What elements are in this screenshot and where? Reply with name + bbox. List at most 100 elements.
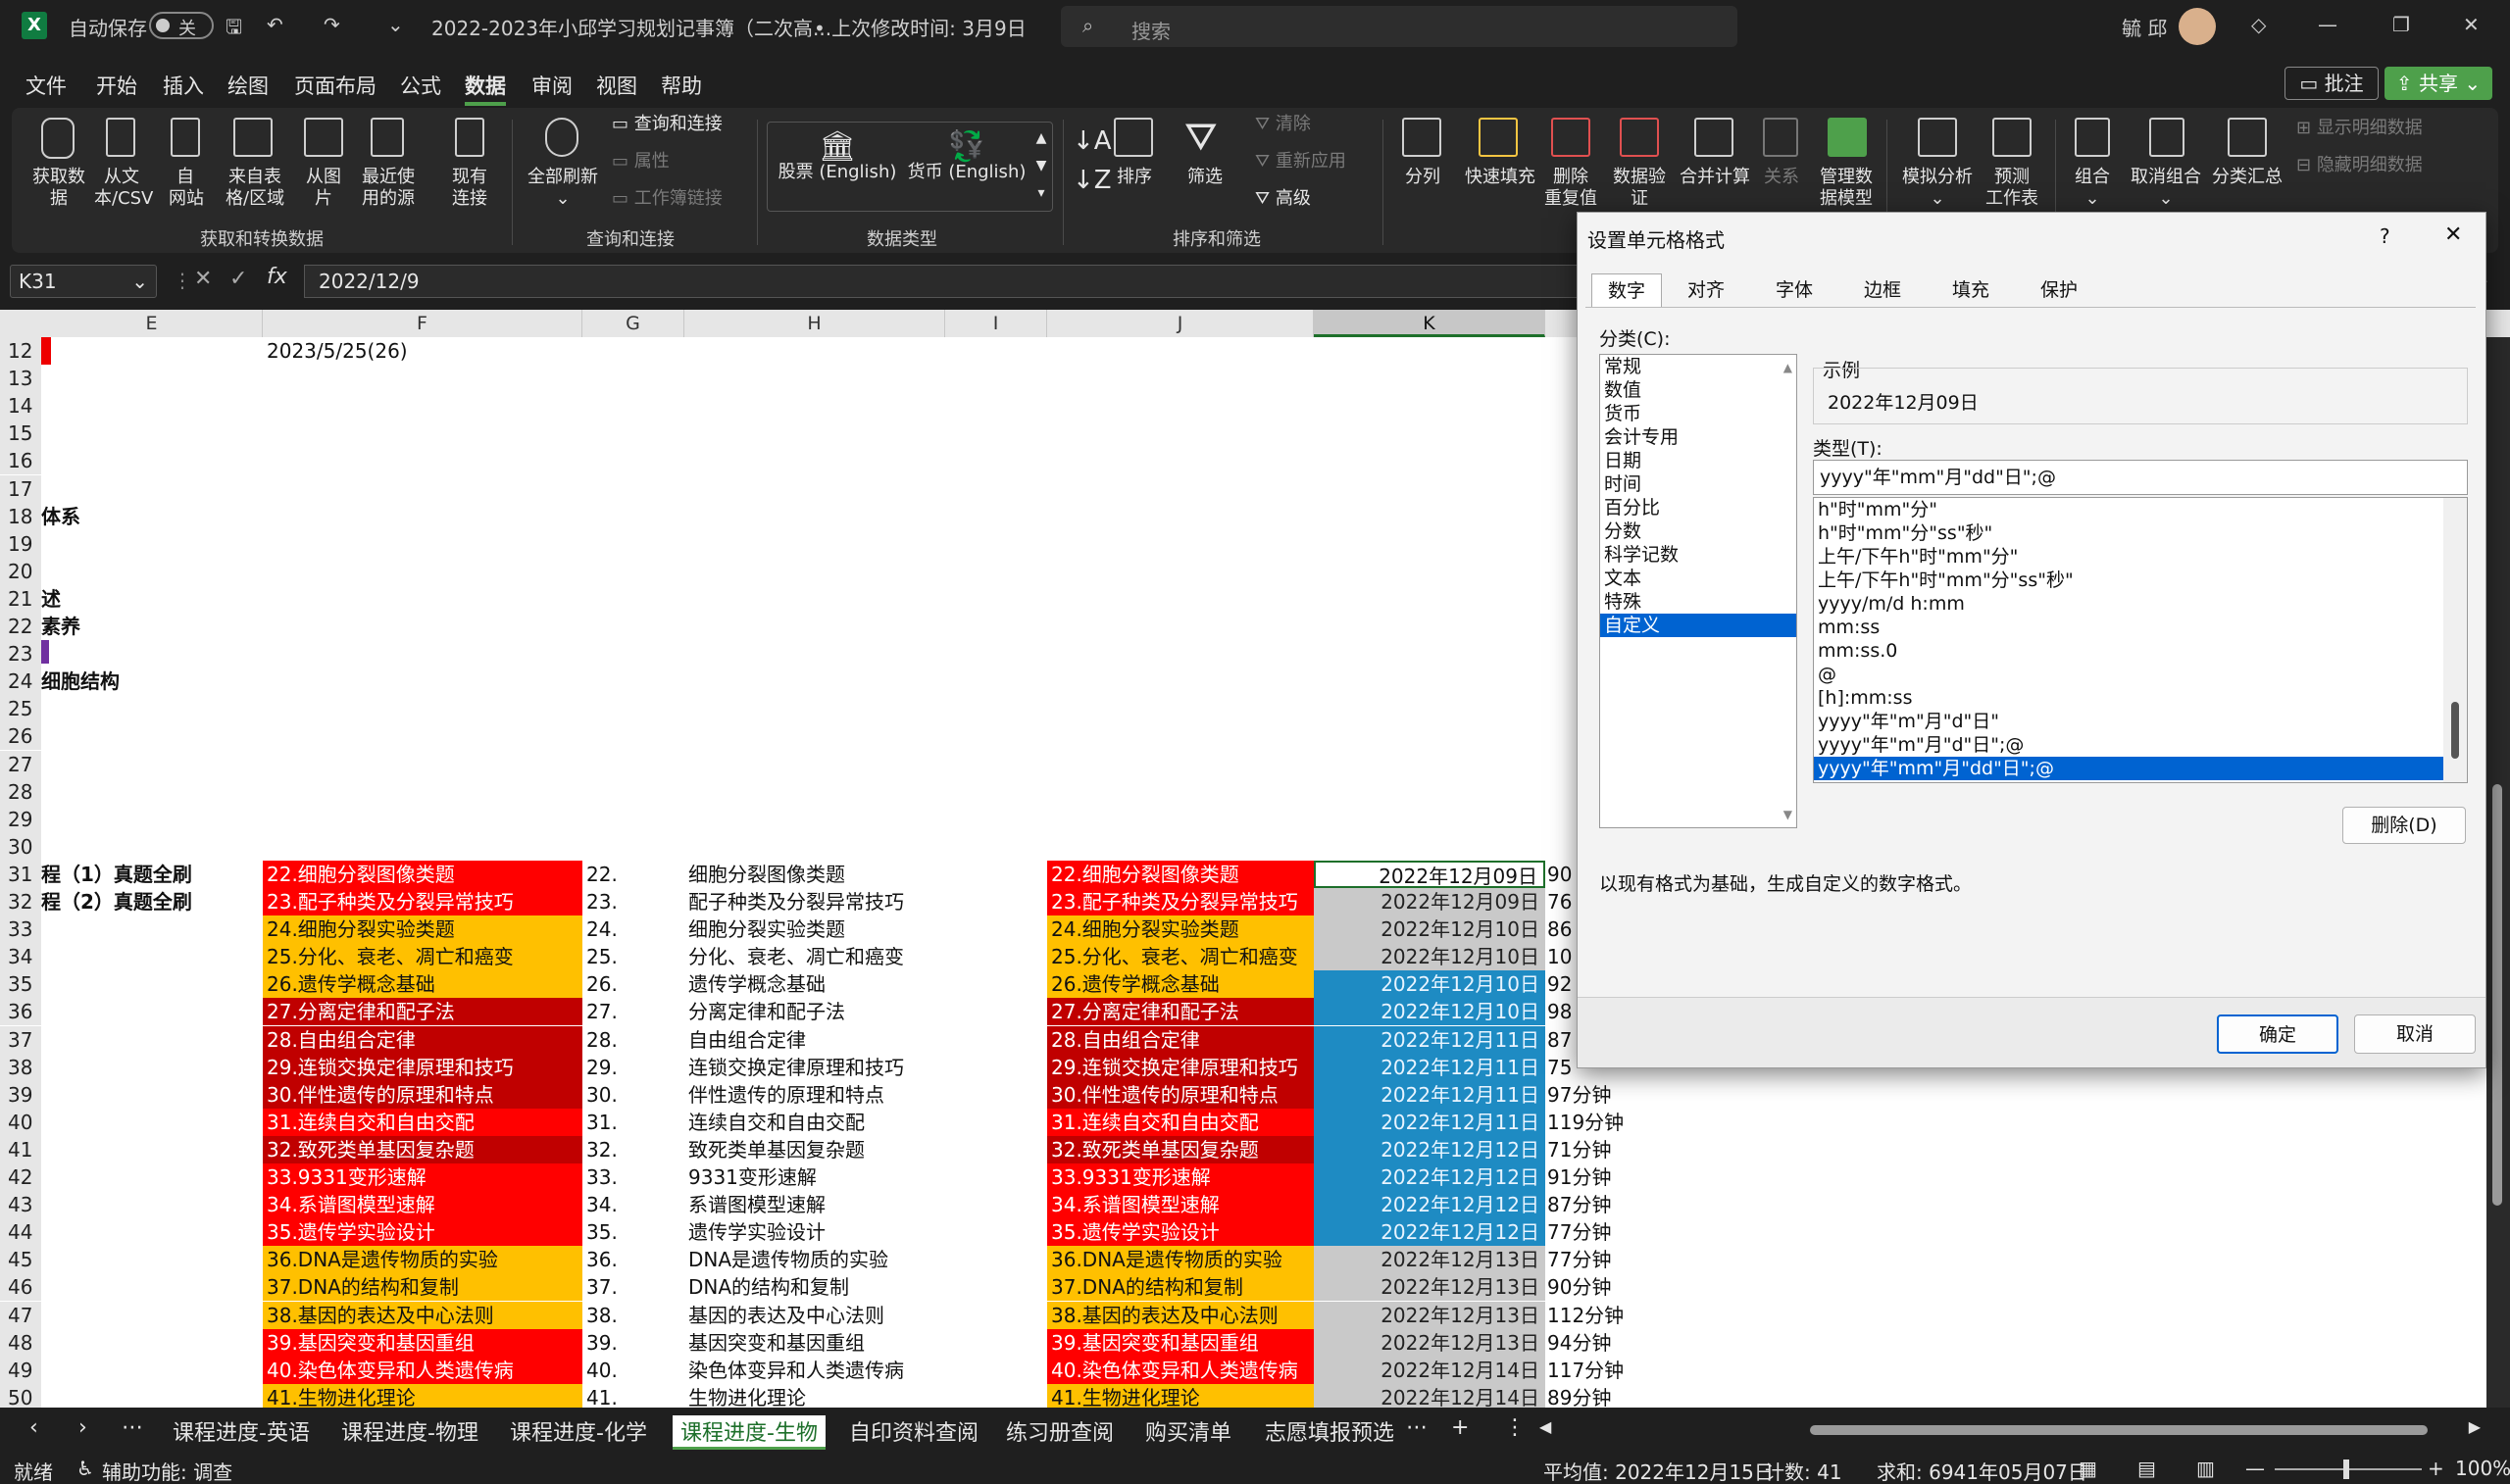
cell-j[interactable]: 22.细胞分裂图像类题	[1047, 860, 1314, 888]
cell-e[interactable]: 程（1）真题全刷	[41, 861, 263, 888]
row-header[interactable]: 49	[0, 1356, 41, 1384]
cell-e[interactable]	[41, 695, 263, 722]
menu-view[interactable]: 视图	[596, 71, 637, 100]
cell-g[interactable]: 34.	[586, 1191, 684, 1218]
cell-f[interactable]: 22.细胞分裂图像类题	[263, 860, 582, 888]
category-item[interactable]: 常规	[1600, 355, 1796, 378]
format-list[interactable]: h"时"mm"分" h"时"mm"分"ss"秒" 上午/下午h"时"mm"分" 上午/…	[1813, 497, 2468, 783]
cell-g[interactable]: 29.	[586, 1054, 684, 1081]
minimize-icon[interactable]: —	[2318, 13, 2337, 36]
cell-j[interactable]: 40.染色体变异和人类遗传病	[1047, 1356, 1314, 1384]
row-header[interactable]: 45	[0, 1246, 41, 1274]
more-sheets-icon[interactable]: ⋯	[122, 1415, 143, 1440]
cell-g[interactable]: 40.	[586, 1357, 684, 1384]
from-table-button[interactable]: 来自表 格/区域	[226, 167, 284, 210]
cell-k[interactable]: 2022年12月10日	[1314, 915, 1545, 944]
gallery-scroll-icon[interactable]: ▲ ▼ ▾	[1032, 124, 1050, 207]
cell-g[interactable]: 24.	[586, 915, 684, 943]
cell-h[interactable]: 细胞分裂图像类题	[688, 861, 945, 888]
zoom-level[interactable]: 100%	[2455, 1457, 2510, 1480]
cell-f[interactable]: 32.致死类单基因复杂题	[263, 1135, 582, 1163]
from-text-csv-button[interactable]: 从文 本/CSV	[94, 167, 153, 210]
column-header-f[interactable]: F	[263, 310, 582, 337]
cell-e[interactable]	[41, 1384, 263, 1408]
cell-h[interactable]: 配子种类及分裂异常技巧	[688, 888, 945, 915]
cell-k[interactable]: 2022年12月10日	[1314, 943, 1545, 971]
cell-k[interactable]: 2022年12月12日	[1314, 1191, 1545, 1219]
cell-e[interactable]	[41, 1054, 263, 1081]
cell-g[interactable]: 37.	[586, 1273, 684, 1301]
clear-filter-button[interactable]: ⛛ 清除	[1255, 114, 1311, 135]
normal-view-icon[interactable]: ▦	[2079, 1457, 2097, 1480]
row-header[interactable]: 20	[0, 557, 41, 585]
cell-g[interactable]: 41.	[586, 1384, 684, 1408]
column-header-g[interactable]: G	[582, 310, 684, 337]
cell-h[interactable]: 遗传学概念基础	[688, 970, 945, 998]
cell-f[interactable]: 23.配子种类及分裂异常技巧	[263, 888, 582, 915]
cell-e[interactable]	[41, 1191, 263, 1218]
cell-j[interactable]: 39.基因突变和基因重组	[1047, 1328, 1314, 1357]
sheet-tab-materials[interactable]: 自印资料查阅	[849, 1415, 979, 1447]
sort-button[interactable]: 排序	[1114, 167, 1155, 188]
insert-function-icon[interactable]: fx	[267, 265, 287, 289]
vertical-scrollbar[interactable]	[2486, 337, 2510, 1408]
row-header[interactable]: 44	[0, 1218, 41, 1247]
cell-f[interactable]	[267, 503, 582, 530]
cell-f[interactable]: 28.自由组合定律	[263, 1025, 582, 1054]
cancel-entry-icon[interactable]: ✕	[194, 267, 212, 291]
cell-h[interactable]: 基因突变和基因重组	[688, 1329, 945, 1357]
column-header-i[interactable]: I	[945, 310, 1047, 337]
cell-e[interactable]	[41, 1302, 263, 1329]
cell-f[interactable]	[267, 722, 582, 750]
cell-h[interactable]: 染色体变异和人类遗传病	[688, 1357, 945, 1384]
cell-g[interactable]: 28.	[586, 1026, 684, 1054]
page-layout-view-icon[interactable]: ▤	[2137, 1457, 2156, 1480]
row-header[interactable]: 36	[0, 998, 41, 1026]
cell-g[interactable]: 23.	[586, 888, 684, 915]
menu-file[interactable]: 文件	[25, 71, 67, 100]
cell-f[interactable]: 37.DNA的结构和复制	[263, 1273, 582, 1302]
cell-e[interactable]	[41, 1246, 263, 1273]
confirm-entry-icon[interactable]: ✓	[229, 267, 247, 291]
zoom-in-icon[interactable]: +	[2428, 1457, 2444, 1480]
cell-f[interactable]: 40.染色体变异和人类遗传病	[263, 1356, 582, 1384]
cell-h[interactable]: 系谱图模型速解	[688, 1191, 945, 1218]
user-name[interactable]: 毓 邱	[2122, 13, 2167, 41]
from-picture-button[interactable]: 从图 片	[306, 167, 341, 210]
next-sheet-icon[interactable]: ›	[78, 1415, 87, 1440]
cell-j[interactable]: 28.自由组合定律	[1047, 1025, 1314, 1054]
cell-f[interactable]	[267, 751, 582, 778]
cell-k[interactable]: 2022年12月11日	[1314, 1025, 1545, 1054]
row-header[interactable]: 38	[0, 1053, 41, 1081]
cell-e[interactable]	[41, 778, 263, 806]
autosave-toggle[interactable]: 关	[149, 12, 214, 39]
row-header[interactable]: 19	[0, 529, 41, 558]
restore-icon[interactable]: ❐	[2392, 13, 2410, 36]
category-item[interactable]: 百分比	[1600, 496, 1796, 519]
ungroup-button[interactable]: 取消组合 ⌄	[2126, 167, 2206, 210]
cell-h[interactable]: 基因的表达及中心法则	[688, 1302, 945, 1329]
cell-h[interactable]: 连锁交换定律原理和技巧	[688, 1054, 945, 1081]
cell-f[interactable]: 2023/5/25(26)	[267, 337, 582, 365]
row-header[interactable]: 25	[0, 695, 41, 723]
row-header[interactable]: 29	[0, 805, 41, 833]
menu-review[interactable]: 审阅	[531, 71, 573, 100]
cell-h[interactable]: 伴性遗传的原理和特点	[688, 1081, 945, 1109]
cell-e[interactable]	[41, 420, 263, 447]
cell-f[interactable]: 29.连锁交换定律原理和技巧	[263, 1053, 582, 1081]
category-item[interactable]: 自定义	[1600, 614, 1796, 637]
format-item[interactable]: yyyy/m/d h:mm	[1814, 592, 2443, 616]
row-header[interactable]: 12	[0, 337, 41, 365]
format-item[interactable]: 上午/下午h"时"mm"分"	[1814, 545, 2443, 569]
cell-j[interactable]: 29.连锁交换定律原理和技巧	[1047, 1053, 1314, 1081]
cell-e[interactable]	[41, 1163, 263, 1191]
sheet-tab-volunteer[interactable]: 志愿填报预选	[1265, 1415, 1394, 1447]
cell-g[interactable]: 33.	[586, 1163, 684, 1191]
cell-j[interactable]: 37.DNA的结构和复制	[1047, 1273, 1314, 1302]
category-item[interactable]: 科学记数	[1600, 543, 1796, 567]
ok-button[interactable]: 确定	[2217, 1014, 2338, 1054]
sheet-tab-biology[interactable]: 课程进度-生物	[673, 1415, 826, 1450]
cell-h[interactable]: 遗传学实验设计	[688, 1218, 945, 1246]
cell-g[interactable]: 38.	[586, 1302, 684, 1329]
cell-j[interactable]: 23.配子种类及分裂异常技巧	[1047, 888, 1314, 915]
